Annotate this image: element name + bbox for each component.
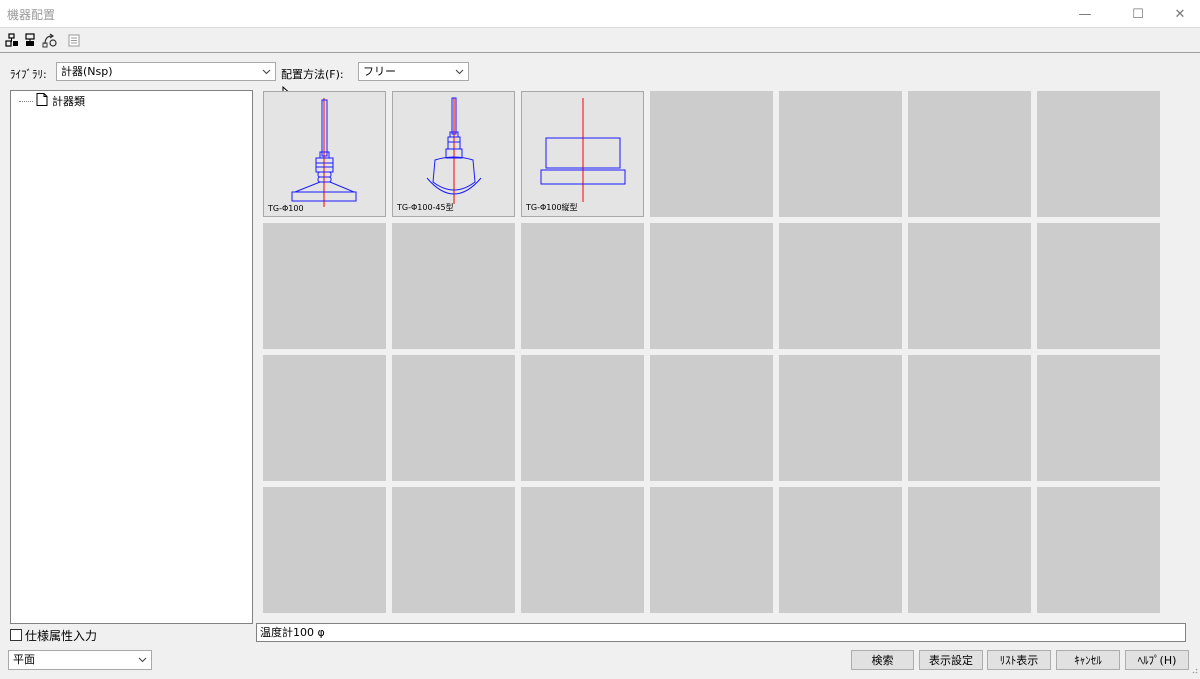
empty-cell[interactable] [908,91,1031,217]
empty-cell[interactable] [1037,91,1160,217]
window-title: 機器配置 [7,8,56,22]
empty-cell[interactable] [650,223,773,349]
tree-expand-icon[interactable] [4,32,20,48]
empty-cell[interactable] [392,487,515,613]
symbol-cell[interactable]: TG-Φ100 [263,91,386,217]
empty-cell[interactable] [392,355,515,481]
empty-cell[interactable] [521,487,644,613]
cancel-button[interactable]: ｷｬﾝｾﾙ [1056,650,1120,670]
spec-attribute-checkbox-row[interactable]: 仕様属性入力 [10,627,97,643]
empty-cell[interactable] [1037,487,1160,613]
minimize-button[interactable]: — [1062,0,1108,28]
maximize-button[interactable]: ☐ [1115,0,1161,28]
empty-cell[interactable] [779,355,902,481]
document-icon [36,93,48,109]
tree-item-label: 計器類 [52,95,85,108]
chevron-down-icon [453,63,465,80]
empty-cell[interactable] [263,355,386,481]
symbol-cell[interactable]: TG-Φ100縦型 [521,91,644,217]
search-button[interactable]: 検索 [851,650,914,670]
refresh-link-icon[interactable] [42,32,58,48]
symbol-caption: TG-Φ100縦型 [526,203,578,212]
symbol-caption: TG-Φ100 [268,204,304,213]
placement-select[interactable]: フリー [358,62,469,81]
spec-attribute-checkbox[interactable] [10,629,22,641]
empty-cell[interactable] [779,487,902,613]
resize-grip-icon[interactable] [1190,663,1198,677]
tree-item-instruments[interactable]: 計器類 [19,93,85,109]
empty-cell[interactable] [779,91,902,217]
view-select-value: 平面 [13,653,35,666]
empty-cell[interactable] [650,355,773,481]
view-select[interactable]: 平面 [8,650,152,670]
empty-cell[interactable] [263,487,386,613]
tree-collapse-icon[interactable] [22,32,38,48]
symbol-caption: TG-Φ100-45型 [397,203,454,212]
empty-cell[interactable] [908,355,1031,481]
placement-label: 配置方法(F): [281,68,344,81]
empty-cell[interactable] [263,223,386,349]
empty-cell[interactable] [521,355,644,481]
close-button[interactable]: ✕ [1157,0,1200,28]
library-label: ﾗｲﾌﾞﾗﾘ: [10,68,47,81]
help-button[interactable]: ﾍﾙﾌﾟ(H) [1125,650,1189,670]
library-select-value: 計器(Nsp) [61,65,113,78]
empty-cell[interactable] [1037,355,1160,481]
spec-attribute-label: 仕様属性入力 [25,628,98,643]
empty-cell[interactable] [650,487,773,613]
title-bar: 機器配置 — ☐ ✕ [0,0,1200,28]
list-view-button[interactable]: ﾘｽﾄ表示 [987,650,1051,670]
chevron-down-icon [136,651,148,668]
document-icon[interactable] [66,32,82,48]
toolbar [0,29,1200,53]
empty-cell[interactable] [521,223,644,349]
placement-select-value: フリー [363,65,396,78]
empty-cell[interactable] [1037,223,1160,349]
library-select[interactable]: 計器(Nsp) [56,62,276,81]
symbol-cell[interactable]: TG-Φ100-45型 [392,91,515,217]
empty-cell[interactable] [392,223,515,349]
display-settings-button[interactable]: 表示設定 [919,650,983,670]
chevron-down-icon [260,63,272,80]
empty-cell[interactable] [650,91,773,217]
empty-cell[interactable] [908,223,1031,349]
empty-cell[interactable] [908,487,1031,613]
category-tree[interactable]: 計器類 [10,90,253,624]
empty-cell[interactable] [779,223,902,349]
description-field[interactable]: 温度計100 φ [256,623,1186,642]
